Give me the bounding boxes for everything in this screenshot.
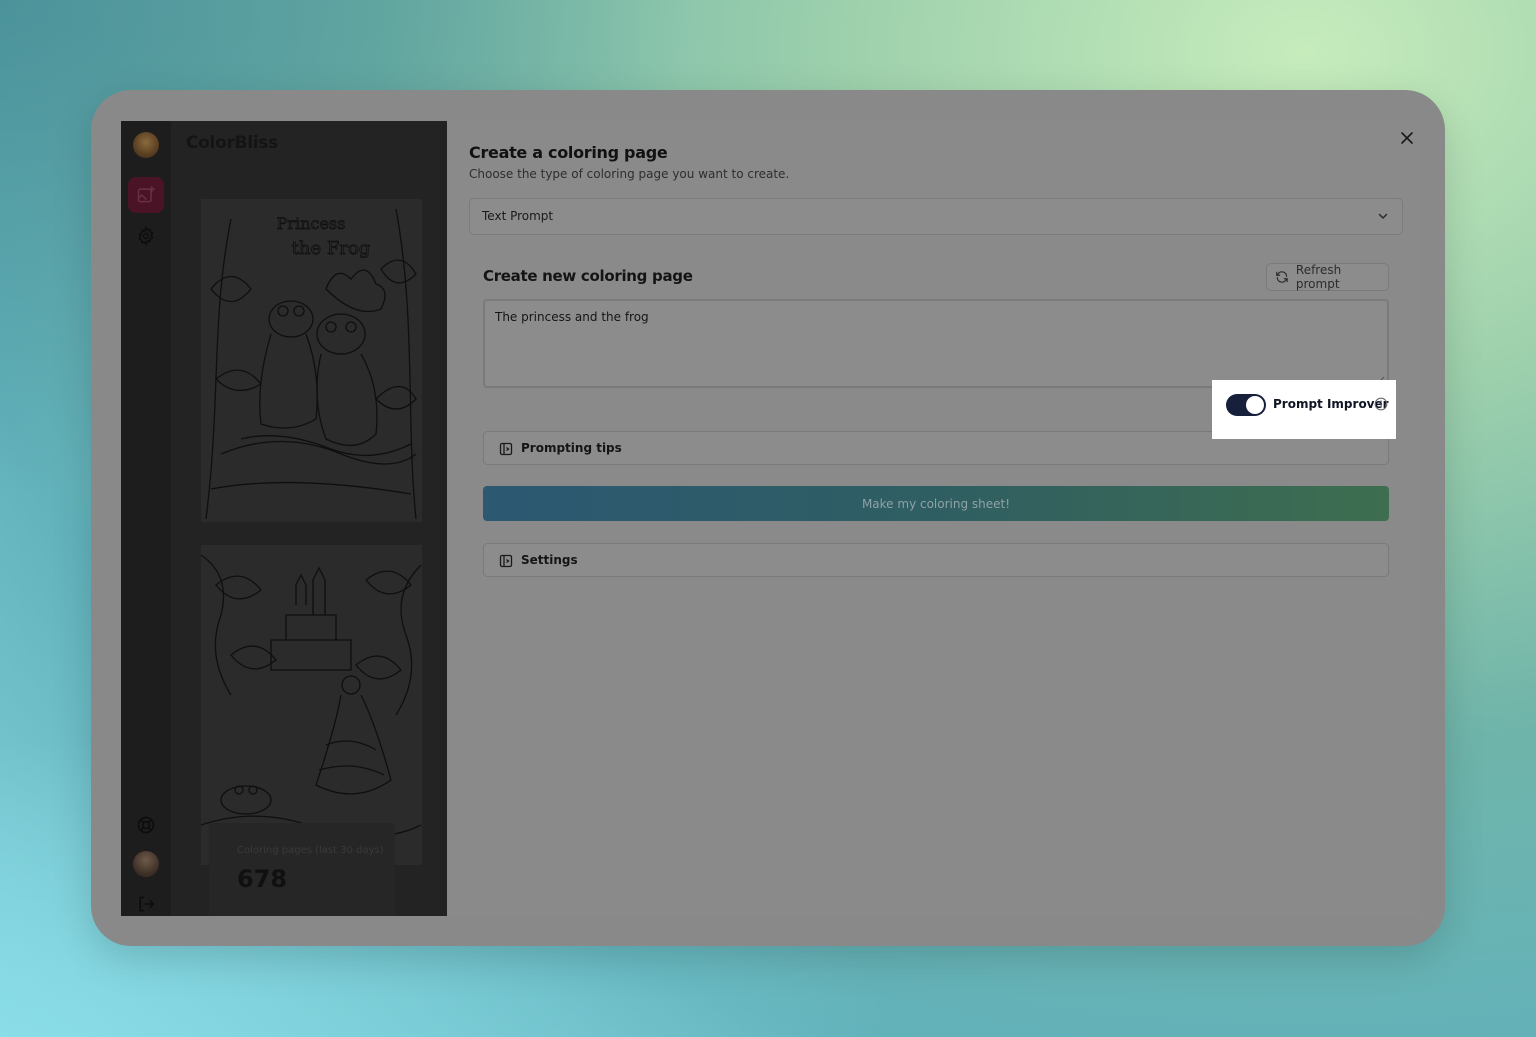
dialog-subtitle: Choose the type of coloring page you wan… (469, 167, 790, 181)
svg-text:the Frog: the Frog (292, 238, 371, 259)
app-window-frame: ColorBliss Princess the Frog Coloring pa… (91, 90, 1445, 946)
prompt-textarea[interactable]: The princess and the frog (483, 299, 1389, 388)
gallery-image-princess-frog[interactable]: Princess the Frog (201, 199, 422, 522)
refresh-icon (1276, 271, 1288, 283)
info-icon[interactable] (1374, 397, 1388, 411)
app-logo[interactable] (133, 132, 159, 158)
create-dialog: Create a coloring page Choose the type o… (447, 121, 1421, 916)
close-button[interactable] (1397, 129, 1417, 149)
stats-value: 678 (237, 865, 288, 893)
logout-nav-button[interactable] (134, 892, 158, 916)
prompt-text: The princess and the frog (495, 310, 649, 324)
nav-rail (121, 121, 171, 916)
dialog-title: Create a coloring page (469, 143, 668, 162)
panel-expand-icon (499, 442, 513, 456)
close-icon (1401, 132, 1413, 144)
settings-label: Settings (521, 553, 578, 567)
prompt-improver-highlight: Prompt Improver (1212, 380, 1396, 439)
help-nav-button[interactable] (134, 813, 158, 837)
section-title: Create new coloring page (483, 267, 693, 285)
gallery-panel: ColorBliss Princess the Frog Coloring pa… (171, 121, 447, 916)
lifebuoy-icon (137, 816, 155, 834)
toggle-knob (1246, 396, 1264, 414)
logout-icon (139, 896, 155, 912)
settings-nav-button[interactable] (134, 224, 158, 248)
make-coloring-sheet-button[interactable]: Make my coloring sheet! (483, 486, 1389, 521)
svg-text:Princess: Princess (277, 214, 346, 233)
stats-card: Coloring pages (last 30 days) 678 (209, 823, 395, 916)
app-container: ColorBliss Princess the Frog Coloring pa… (121, 121, 1421, 916)
user-avatar[interactable] (133, 851, 159, 877)
gear-icon (138, 226, 154, 246)
prompt-improver-label: Prompt Improver (1273, 397, 1389, 411)
gallery-image-castle-forest[interactable] (201, 545, 422, 865)
page-type-select[interactable]: Text Prompt (469, 198, 1403, 235)
panel-expand-icon (499, 554, 513, 568)
refresh-prompt-label: Refresh prompt (1295, 263, 1342, 291)
prompt-improver-toggle[interactable] (1226, 394, 1266, 416)
stats-label: Coloring pages (last 30 days) (237, 845, 384, 856)
create-page-nav-button[interactable] (128, 177, 164, 213)
make-coloring-sheet-label: Make my coloring sheet! (861, 496, 1011, 511)
image-plus-icon (137, 185, 156, 203)
refresh-prompt-button[interactable]: Refresh prompt (1266, 263, 1389, 291)
page-type-value: Text Prompt (482, 209, 554, 223)
brand-name: ColorBliss (186, 133, 278, 153)
prompting-tips-label: Prompting tips (521, 441, 622, 455)
chevron-down-icon (1378, 213, 1388, 219)
settings-accordion[interactable]: Settings (483, 543, 1389, 577)
